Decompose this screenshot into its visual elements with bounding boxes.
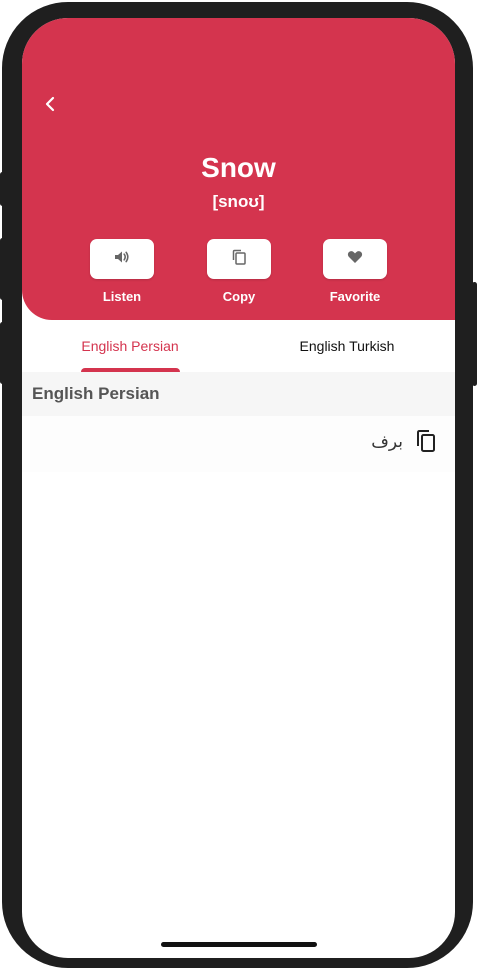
heart-icon [347,249,363,270]
word-phonetic: [snoʊ] [212,192,265,211]
copy-icon [415,429,437,458]
copy-label: Copy [222,289,256,304]
side-button-volume-down [0,322,5,384]
favorite-action[interactable]: Favorite [323,239,387,304]
favorite-button[interactable] [323,239,387,279]
side-button-mute [0,172,5,206]
section-title: English Persian [32,384,160,403]
translation-text: برف [371,432,403,452]
word-title: Snow [201,152,276,183]
copy-button[interactable] [207,239,271,279]
copy-action[interactable]: Copy [207,239,271,304]
back-button[interactable] [36,92,64,120]
speaker-icon [114,249,130,270]
word-header: Snow [snoʊ] Listen Copy Favorite [22,18,455,320]
copy-translation-button[interactable] [413,429,439,458]
listen-label: Listen [102,289,142,304]
translation-row: برف [22,416,455,472]
copy-icon [231,249,247,270]
language-tabs: English Persian English Turkish [22,320,455,374]
app-screen: Snow [snoʊ] Listen Copy Favorite English… [22,18,455,958]
favorite-label: Favorite [329,289,381,304]
tab-english-turkish[interactable]: English Turkish [292,320,402,372]
side-button-power [472,282,477,386]
listen-button[interactable] [90,239,154,279]
listen-action[interactable]: Listen [90,239,154,304]
tab-english-persian[interactable]: English Persian [80,320,180,372]
side-button-volume-up [0,238,5,300]
section-header: English Persian [22,372,455,416]
chevron-left-icon [42,96,58,117]
home-indicator [161,942,317,947]
